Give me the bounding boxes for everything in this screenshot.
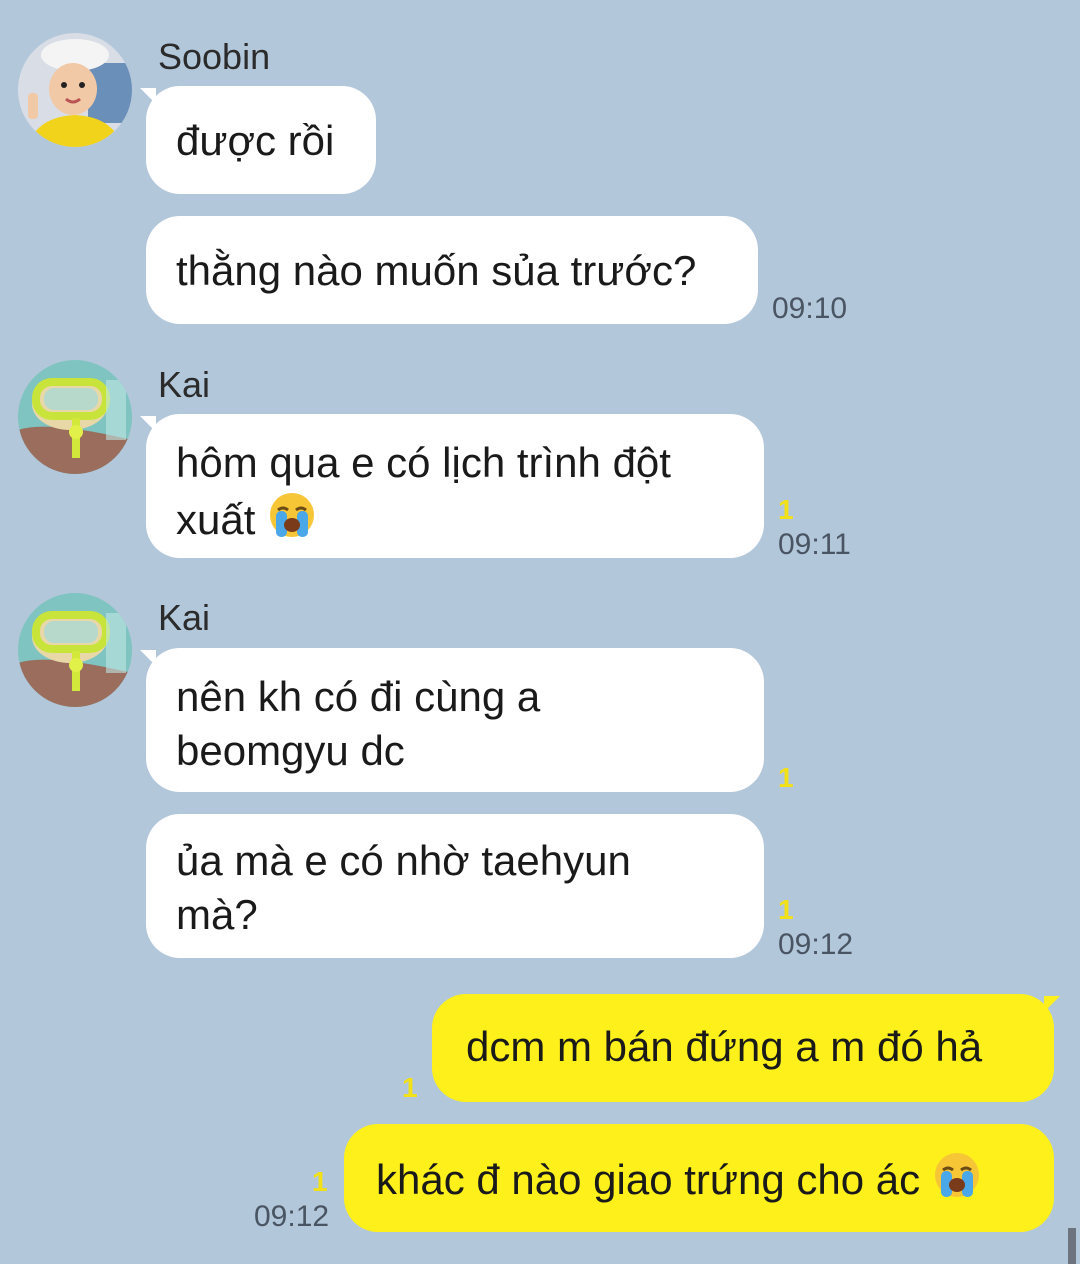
message-bubble[interactable]: thằng nào muốn sủa trước?	[146, 216, 758, 324]
loudly-crying-face-icon	[932, 1150, 982, 1213]
unread-count: 1	[312, 1166, 328, 1197]
unread-count: 1	[778, 494, 794, 525]
avatar-kai[interactable]	[18, 360, 132, 474]
sender-name: Kai	[158, 364, 211, 405]
sender-name: Kai	[158, 597, 211, 638]
message-timestamp: 09:10	[772, 292, 848, 325]
avatar-soobin[interactable]	[18, 33, 132, 147]
message-text: khác đ nào giao trứng cho ác	[376, 1156, 921, 1203]
message-text: dcm m bán đứng a m đó hả	[466, 1023, 983, 1070]
message-text: được rồi	[176, 117, 335, 164]
unread-count: 1	[778, 894, 794, 925]
message-bubble[interactable]: dcm m bán đứng a m đó hả	[432, 994, 1054, 1102]
message-text: nên kh có đi cùng a	[176, 673, 541, 720]
message-text: hôm qua e có lịch trình đột	[176, 439, 671, 486]
message-bubble[interactable]: khác đ nào giao trứng cho ác	[344, 1124, 1054, 1232]
message-bubble[interactable]: hôm qua e có lịch trình đột xuất	[146, 414, 764, 558]
message-bubble[interactable]: được rồi	[146, 86, 376, 194]
message-timestamp: 09:11	[778, 528, 851, 561]
unread-count: 1	[778, 762, 794, 793]
message-text: ủa mà e có nhờ taehyun	[176, 837, 631, 884]
message-text: mà?	[176, 891, 258, 938]
sender-name: Soobin	[158, 36, 271, 77]
message-text: xuất	[176, 496, 256, 543]
unread-count: 1	[402, 1072, 418, 1103]
message-bubble[interactable]: ủa mà e có nhờ taehyun mà?	[146, 814, 764, 958]
avatar-kai[interactable]	[18, 593, 132, 707]
scrollbar-thumb[interactable]	[1068, 1228, 1076, 1264]
message-text-line: xuất	[176, 490, 734, 553]
message-timestamp: 09:12	[778, 928, 854, 961]
message-text: thằng nào muốn sủa trước?	[176, 247, 697, 294]
message-text: beomgyu dc	[176, 727, 405, 774]
message-bubble[interactable]: nên kh có đi cùng a beomgyu dc	[146, 648, 764, 792]
loudly-crying-face-icon	[267, 490, 317, 553]
message-timestamp: 09:12	[254, 1200, 330, 1233]
